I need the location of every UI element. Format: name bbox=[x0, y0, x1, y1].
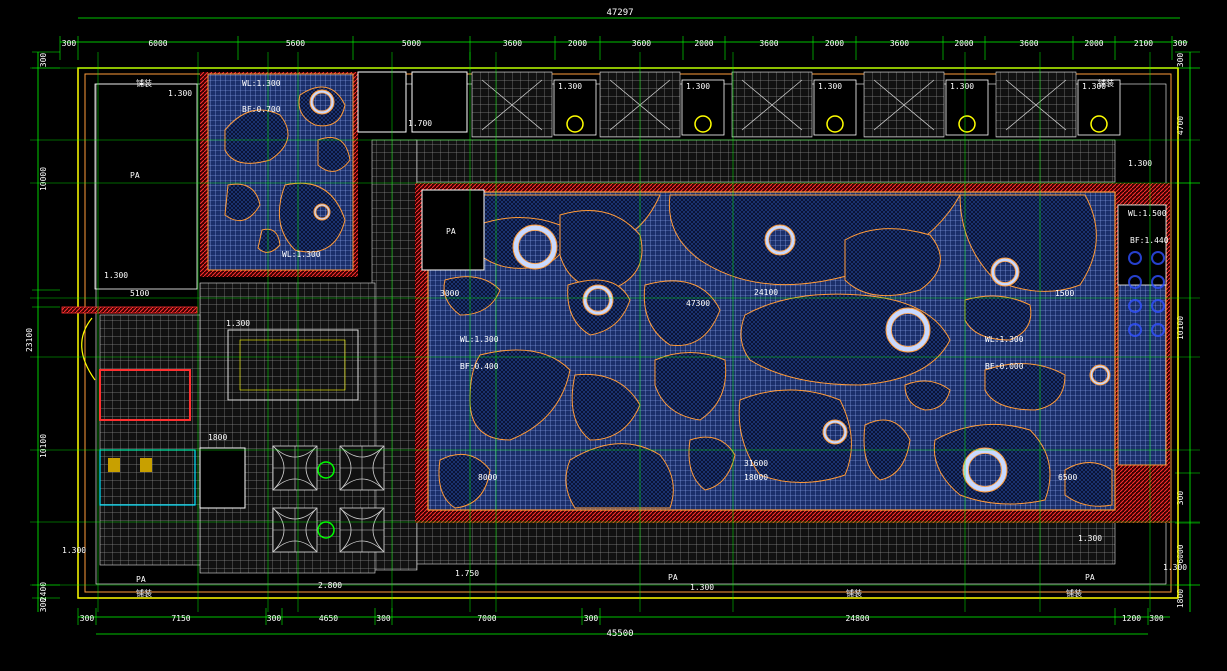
pool-island bbox=[565, 443, 674, 509]
label-elev-1300-h: 1.300 bbox=[62, 546, 86, 555]
label-pa-bc: PA bbox=[668, 573, 678, 582]
elev-1750: 1.750 bbox=[455, 569, 479, 578]
cad-drawing: 47297 300 6000 5600 5000 3600 2000 3600 2000 3600… bbox=[0, 0, 1227, 671]
island-hole-inner bbox=[968, 453, 1002, 487]
pool-main-wl2: WL:1.300 bbox=[985, 335, 1024, 344]
dim-text-top: 300 bbox=[1173, 39, 1188, 48]
label-paving-br: 铺装 bbox=[1066, 588, 1082, 598]
dim-1800: 1800 bbox=[208, 433, 227, 442]
island-hole-inner bbox=[1092, 367, 1108, 383]
dim-2800: 2.800 bbox=[318, 581, 342, 590]
pool-main-wl: WL:1.300 bbox=[460, 335, 499, 344]
top-service-modules: 1.300 1.300 1.300 1.300 1.300 bbox=[471, 71, 1121, 138]
dim-text-top: 6000 bbox=[148, 39, 167, 48]
dim-text-top: 3600 bbox=[890, 39, 909, 48]
pool-main bbox=[415, 183, 1170, 523]
label-elev-1300-b: 1.300 bbox=[104, 271, 128, 280]
dim-text-bottom-total: 45500 bbox=[606, 629, 633, 639]
pool-main-bf2: BF:0.000 bbox=[985, 362, 1024, 371]
dim-text-top: 2000 bbox=[825, 39, 844, 48]
pool-upper-left bbox=[200, 72, 358, 277]
service-module-elev: 1.300 bbox=[818, 82, 842, 91]
pool-left-bf: BF:0.700 bbox=[242, 105, 281, 114]
label-pa-left: PA bbox=[130, 171, 140, 180]
dim-text-bottom: 300 bbox=[80, 614, 95, 623]
dim-text-left: 10000 bbox=[39, 167, 48, 191]
label-elev-1300-a: 1.300 bbox=[168, 89, 192, 98]
label-elev-1300-e: 1.300 bbox=[1078, 534, 1102, 543]
dim-text-left: 300 bbox=[39, 53, 48, 68]
elev-1700: 1.700 bbox=[408, 119, 432, 128]
island-hole-inner bbox=[825, 422, 845, 442]
dim-text-top-total: 47297 bbox=[606, 8, 633, 18]
dim-text-left: 10100 bbox=[39, 434, 48, 458]
dim-text-bottom: 7000 bbox=[477, 614, 496, 623]
service-module-elev: 1.300 bbox=[558, 82, 582, 91]
dim-text-right: 300 bbox=[1176, 53, 1185, 68]
dim-text-left: 300 bbox=[39, 598, 48, 613]
dim-text-top: 5600 bbox=[286, 39, 305, 48]
island-hole-inner bbox=[518, 230, 552, 264]
label-elev-1300-f: 1.300 bbox=[690, 583, 714, 592]
dim-text-bottom: 300 bbox=[267, 614, 282, 623]
dim-text-bottom: 300 bbox=[584, 614, 599, 623]
dim-text-top: 3600 bbox=[759, 39, 778, 48]
dim-text-top: 2100 bbox=[1134, 39, 1153, 48]
paving-column-center bbox=[371, 139, 418, 571]
pool-main-center-dim: 24100 bbox=[754, 288, 778, 297]
dim-text-top: 2000 bbox=[568, 39, 587, 48]
paving-band-bottom bbox=[414, 521, 1116, 565]
label-paving-bc: 铺装 bbox=[846, 588, 862, 598]
paving-left-block bbox=[99, 314, 201, 566]
dim-text-bottom: 300 bbox=[1149, 614, 1164, 623]
island-hole-inner bbox=[768, 228, 792, 252]
pool-bottom-dim: 31600 bbox=[744, 459, 768, 468]
pool-main-bf: BF:0.400 bbox=[460, 362, 499, 371]
pool-main-width: 47300 bbox=[686, 299, 710, 308]
pool-left-wl2: WL:1.300 bbox=[282, 250, 321, 259]
dim-text-top: 300 bbox=[62, 39, 77, 48]
dim-text-top: 2000 bbox=[1084, 39, 1103, 48]
label-pa-br: PA bbox=[1085, 573, 1095, 582]
island-hole-inner bbox=[586, 288, 610, 312]
pool-island bbox=[1064, 462, 1113, 507]
label-pa-bl: PA bbox=[136, 575, 146, 584]
dim-text-top: 5000 bbox=[402, 39, 421, 48]
pool-left-wl: WL:1.300 bbox=[242, 79, 281, 88]
label-elev-1300-d: 1.300 bbox=[1128, 159, 1152, 168]
pool-right-dim: 6500 bbox=[1058, 473, 1077, 482]
label-paving-tr: 铺装 bbox=[1098, 78, 1114, 88]
dim-text-top: 3600 bbox=[1019, 39, 1038, 48]
paving-band-top bbox=[414, 139, 1116, 183]
dim-5100: 5100 bbox=[130, 289, 149, 298]
dim-text-left-total: 23100 bbox=[25, 328, 34, 352]
dim-text-bottom: 7150 bbox=[171, 614, 190, 623]
island-hole-inner bbox=[315, 205, 329, 219]
pool-bottom-dim2: 18000 bbox=[744, 473, 768, 482]
dim-3000: 3000 bbox=[440, 289, 459, 298]
pool-right-bf: BF:1.440 bbox=[1130, 236, 1169, 245]
label-elev-1300-g: 1.300 bbox=[1163, 563, 1187, 572]
label-paving-tl: 铺装 bbox=[136, 78, 152, 88]
dim-text-top: 3600 bbox=[503, 39, 522, 48]
dim-text-top: 3600 bbox=[632, 39, 651, 48]
dim-text-top: 2000 bbox=[694, 39, 713, 48]
island-hole-inner bbox=[312, 92, 332, 112]
label-pa-planter: PA bbox=[446, 227, 456, 236]
dim-text-bottom: 1200 bbox=[1122, 614, 1141, 623]
dim-text-bottom: 4650 bbox=[319, 614, 338, 623]
label-paving-bl: 铺装 bbox=[136, 588, 152, 598]
dim-text-top: 2000 bbox=[954, 39, 973, 48]
island-hole-inner bbox=[891, 313, 925, 347]
label-elev-1300-c: 1.300 bbox=[226, 319, 250, 328]
pool-right-wl: WL:1.500 bbox=[1128, 209, 1167, 218]
island-hole-inner bbox=[994, 261, 1016, 283]
service-module-elev: 1.300 bbox=[950, 82, 974, 91]
service-module-elev: 1.300 bbox=[686, 82, 710, 91]
dim-text-bottom: 300 bbox=[376, 614, 391, 623]
pool-right-dim2: 1500 bbox=[1055, 289, 1074, 298]
pool-island bbox=[844, 228, 941, 297]
dim-text-bottom: 24800 bbox=[845, 614, 869, 623]
pool-left-dim: 8000 bbox=[478, 473, 497, 482]
